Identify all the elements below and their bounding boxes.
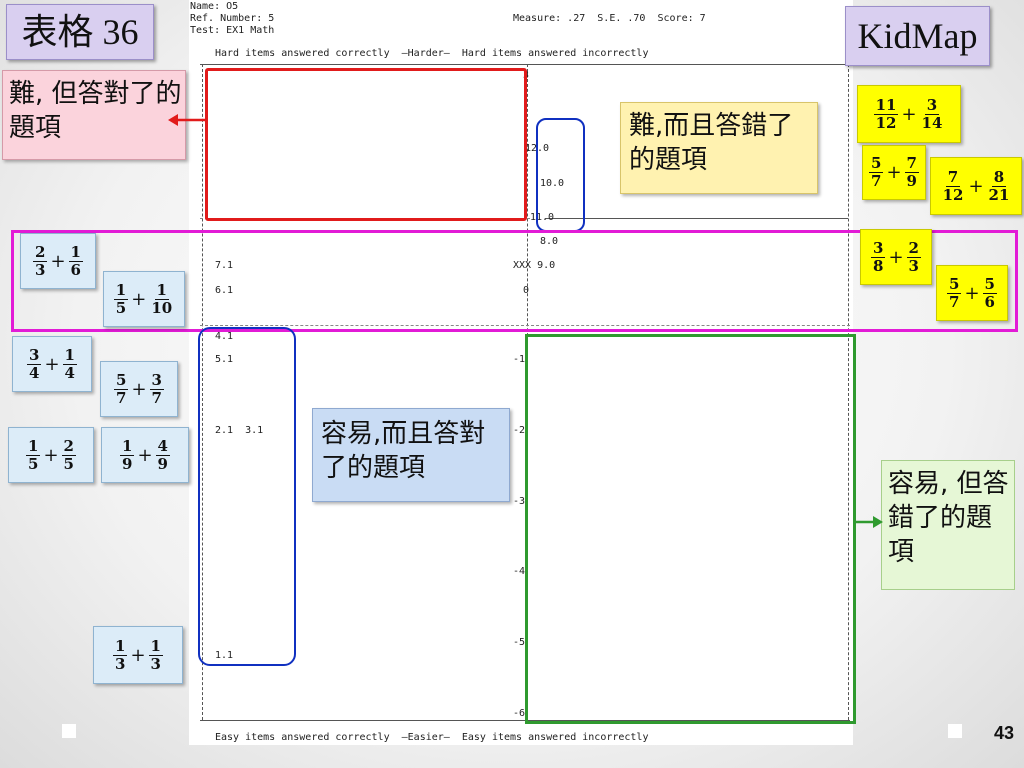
fraction-card-b1: 23 + 16 <box>20 233 96 289</box>
callout-hard-correct: 難, 但答對了的題項 <box>2 70 186 160</box>
kidmap-label: KidMap <box>845 6 990 66</box>
fraction-card-y2: 57 + 79 <box>862 145 926 200</box>
hard-correct-region <box>205 68 527 221</box>
test-name: Test: EX1 Math <box>190 25 275 36</box>
fraction-card-b5: 15 + 25 <box>8 427 94 483</box>
arrow-right-icon <box>854 516 883 528</box>
slide-marker-right <box>948 724 962 738</box>
measure-level-line <box>545 218 848 219</box>
tick-minus-5: -5 <box>513 637 526 648</box>
ref-number: Ref. Number: 5 <box>190 13 275 24</box>
student-name: Name: O5 <box>190 1 239 12</box>
fraction-card-y1: 11 12 + 3 14 <box>857 85 961 143</box>
tick-minus-6: -6 <box>513 708 526 719</box>
header-top-row: Hard items answered correctly —Harder— H… <box>215 48 649 59</box>
tick-minus-2: -2 <box>513 425 526 436</box>
hard-incorrect-region <box>536 118 585 232</box>
fraction-card-y5: 57 + 56 <box>936 265 1008 321</box>
tick-minus-3: -3 <box>513 496 526 507</box>
fraction-card-b2: 15 + 1 10 <box>103 271 185 327</box>
easy-incorrect-region <box>525 334 856 724</box>
easy-correct-region <box>198 327 296 666</box>
fraction-card-y4: 38 + 23 <box>860 229 932 285</box>
tick-minus-4: -4 <box>513 566 526 577</box>
fraction-card-b4: 57 + 37 <box>100 361 178 417</box>
arrow-left-icon <box>168 114 206 126</box>
fraction-card-b6: 19 + 49 <box>101 427 189 483</box>
fraction-card-b3: 34 + 14 <box>12 336 92 392</box>
slide-number: 43 <box>993 723 1014 743</box>
tick-minus-1: -1 <box>513 354 526 365</box>
callout-easy-correct: 容易,而且答對了的題項 <box>312 408 510 502</box>
fraction-card-y3: 7 12 + 8 21 <box>930 157 1022 215</box>
top-divider <box>200 64 850 65</box>
slide-marker-left <box>62 724 76 738</box>
header-bottom-row: Easy items answered correctly —Easier— E… <box>215 732 649 743</box>
callout-hard-incorrect: 難,而且答錯了的題項 <box>620 102 818 194</box>
fraction-card-b7: 13 + 13 <box>93 626 183 684</box>
slide-title: 表格 36 <box>6 4 154 60</box>
callout-easy-incorrect: 容易, 但答錯了的題項 <box>881 460 1015 590</box>
measure-line: Measure: .27 S.E. .70 Score: 7 <box>513 13 706 24</box>
